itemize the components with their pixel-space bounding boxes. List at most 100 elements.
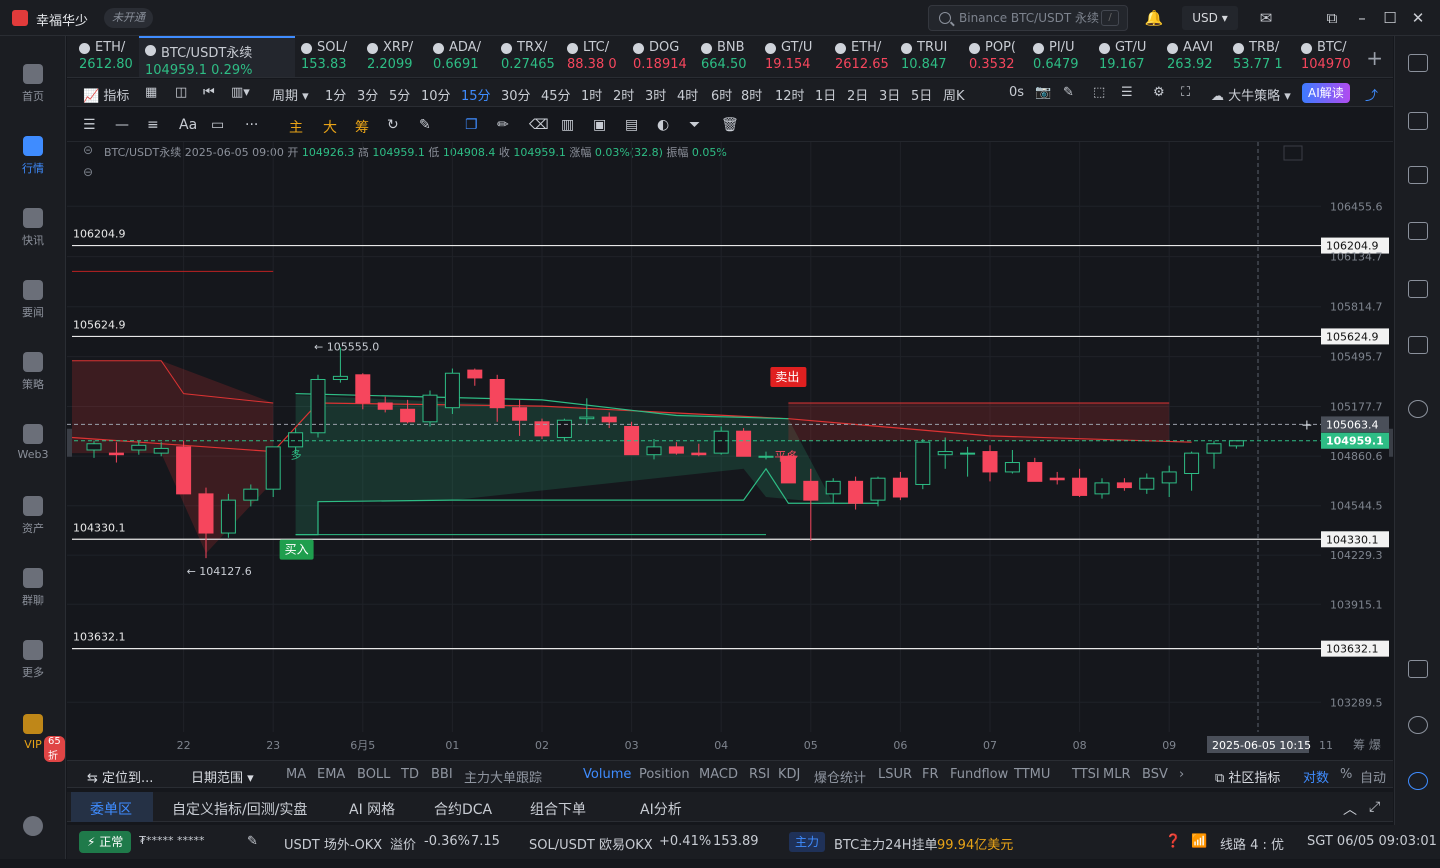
candle-body[interactable] xyxy=(243,488,259,501)
layout-split-icon[interactable]: ◫ xyxy=(175,85,187,100)
candle-body[interactable] xyxy=(86,443,102,451)
candle-body[interactable] xyxy=(713,430,729,454)
ticker-tab[interactable]: TRX/0.27465 xyxy=(501,36,563,77)
ticker-tab[interactable]: ADA/0.6691 xyxy=(433,36,495,77)
crosshair-plus-icon[interactable]: + xyxy=(1301,417,1313,433)
menu-icon[interactable]: ☰ xyxy=(83,117,96,133)
indicator-option[interactable]: BSV xyxy=(1142,767,1168,782)
indicator-option[interactable]: LSUR xyxy=(878,767,912,782)
interval-option[interactable]: 3日 xyxy=(879,85,900,104)
trash-icon[interactable]: 🗑 xyxy=(721,117,739,133)
indicator-option[interactable]: MACD xyxy=(699,767,738,782)
candle-body[interactable] xyxy=(1184,452,1200,474)
candle-body[interactable] xyxy=(332,375,348,381)
sidebar-item[interactable]: 群聊 xyxy=(0,560,66,620)
interval-option[interactable]: 2日 xyxy=(847,85,868,104)
masked-balance[interactable]: ₮***** ***** xyxy=(139,834,205,847)
collapse-info-icon[interactable]: ⊖ xyxy=(83,165,93,179)
candle-body[interactable] xyxy=(1116,482,1132,489)
candle-icon[interactable]: ▥ xyxy=(561,117,574,133)
candle-body[interactable] xyxy=(198,493,214,534)
save-icon[interactable]: ▣ xyxy=(593,117,606,133)
candle-body[interactable] xyxy=(512,407,528,421)
bottom-tab[interactable]: 组合下单 xyxy=(530,799,586,819)
crop-icon[interactable]: ⬚ xyxy=(1093,85,1105,100)
expand-icon[interactable]: ⤢ xyxy=(1369,799,1380,815)
edit-icon-status[interactable]: ✎ xyxy=(247,834,258,849)
candle-body[interactable] xyxy=(131,444,147,451)
close-icon[interactable]: ✕ xyxy=(1408,9,1428,27)
more-icon[interactable]: ··· xyxy=(245,117,258,133)
indicator-option[interactable]: EMA xyxy=(317,767,345,782)
indicator-option[interactable]: MLR xyxy=(1103,767,1131,782)
ticker-tab[interactable]: LTC/88.38 0 xyxy=(567,36,629,77)
candlestick-chart[interactable]: 106204.9106204.9105624.9105624.9104330.1… xyxy=(67,142,1393,756)
interval-option[interactable]: 4时 xyxy=(677,85,698,104)
candle-body[interactable] xyxy=(579,416,595,420)
mascot-icon[interactable] xyxy=(1408,772,1428,790)
candle-body[interactable] xyxy=(736,430,752,457)
candle-body[interactable] xyxy=(422,394,438,423)
collapse-icon[interactable]: ︿ xyxy=(1343,799,1357,819)
copy-icon[interactable]: ❐ xyxy=(465,117,478,133)
candle-body[interactable] xyxy=(176,446,192,495)
ticker-tab[interactable]: GT/U 19.167 xyxy=(1099,36,1161,77)
account-status-chip[interactable]: 未开通 xyxy=(104,8,153,28)
document-icon[interactable] xyxy=(1408,112,1428,130)
ticker-tab[interactable]: SOL/153.83 xyxy=(301,36,363,77)
trend-icon[interactable] xyxy=(1408,222,1428,240)
fullscreen-icon[interactable]: ⛶ xyxy=(1181,85,1190,100)
ticker-tab[interactable]: AAVI 263.92 xyxy=(1167,36,1229,77)
ticker-tab[interactable]: ETH/2612.65 xyxy=(835,36,897,77)
list-icon[interactable] xyxy=(1408,54,1428,72)
settings-button[interactable] xyxy=(0,808,66,868)
indicator-option[interactable]: TD xyxy=(401,767,419,782)
edit-icon[interactable]: ▤ xyxy=(625,117,638,133)
chip-dist-button[interactable]: 筹 xyxy=(355,117,369,137)
candle-style-icon[interactable]: ▥▾ xyxy=(231,85,250,100)
candle-body[interactable] xyxy=(265,446,281,490)
indicator-option[interactable]: Volume xyxy=(583,767,631,782)
indicator-option[interactable]: KDJ xyxy=(778,767,800,782)
candle-body[interactable] xyxy=(758,455,774,458)
indicator-option[interactable]: TTMU xyxy=(1014,767,1050,782)
chevron-right-icon[interactable]: › xyxy=(1179,767,1184,782)
locate-button[interactable]: ⇆ 定位到... xyxy=(87,767,153,786)
list-lines-icon[interactable]: ☰ xyxy=(1121,85,1133,100)
mail-icon[interactable]: ✉ xyxy=(1256,9,1276,27)
sidebar-item[interactable]: 资产 xyxy=(0,488,66,548)
info-toggle-icon[interactable]: ⊝ xyxy=(83,143,93,157)
main-chart-button[interactable]: 主 xyxy=(289,117,303,137)
bottom-tab[interactable]: 委单区 xyxy=(90,799,132,819)
bottom-tab[interactable]: AI分析 xyxy=(640,799,682,819)
interval-option[interactable]: 30分 xyxy=(501,85,531,104)
candle-body[interactable] xyxy=(960,452,976,455)
candle-body[interactable] xyxy=(1072,477,1088,496)
indicator-option[interactable]: RSI xyxy=(749,767,770,782)
candle-body[interactable] xyxy=(1004,462,1020,473)
candle-body[interactable] xyxy=(915,441,931,485)
indicator-option[interactable]: TTSI xyxy=(1072,767,1100,782)
interval-option[interactable]: 8时 xyxy=(741,85,762,104)
bottom-tab[interactable]: AI 网格 xyxy=(349,799,395,819)
sidebar-item[interactable]: 行情 xyxy=(0,128,66,188)
add-tab-icon[interactable]: + xyxy=(1366,46,1383,70)
refresh-icon[interactable] xyxy=(1408,400,1428,418)
indicator-option[interactable]: FR xyxy=(922,767,939,782)
indicator-option[interactable]: MA xyxy=(286,767,306,782)
candle-body[interactable] xyxy=(400,408,416,423)
interval-option[interactable]: 3时 xyxy=(645,85,666,104)
interval-option[interactable]: 6时 xyxy=(711,85,732,104)
candle-body[interactable] xyxy=(1206,443,1222,454)
candle-body[interactable] xyxy=(288,432,304,448)
monitor-icon[interactable] xyxy=(1408,280,1428,298)
candle-body[interactable] xyxy=(1027,462,1043,482)
sidebar-item[interactable]: 更多 xyxy=(0,632,66,692)
layout-icon[interactable] xyxy=(1408,660,1428,678)
candle-body[interactable] xyxy=(467,369,483,379)
candle-body[interactable] xyxy=(1139,477,1155,490)
indicator-option[interactable]: 主力大单跟踪 xyxy=(464,767,542,786)
horizontal-line-icon[interactable]: — xyxy=(115,117,129,133)
indicator-option[interactable]: Position xyxy=(639,767,690,782)
candle-body[interactable] xyxy=(892,477,908,498)
